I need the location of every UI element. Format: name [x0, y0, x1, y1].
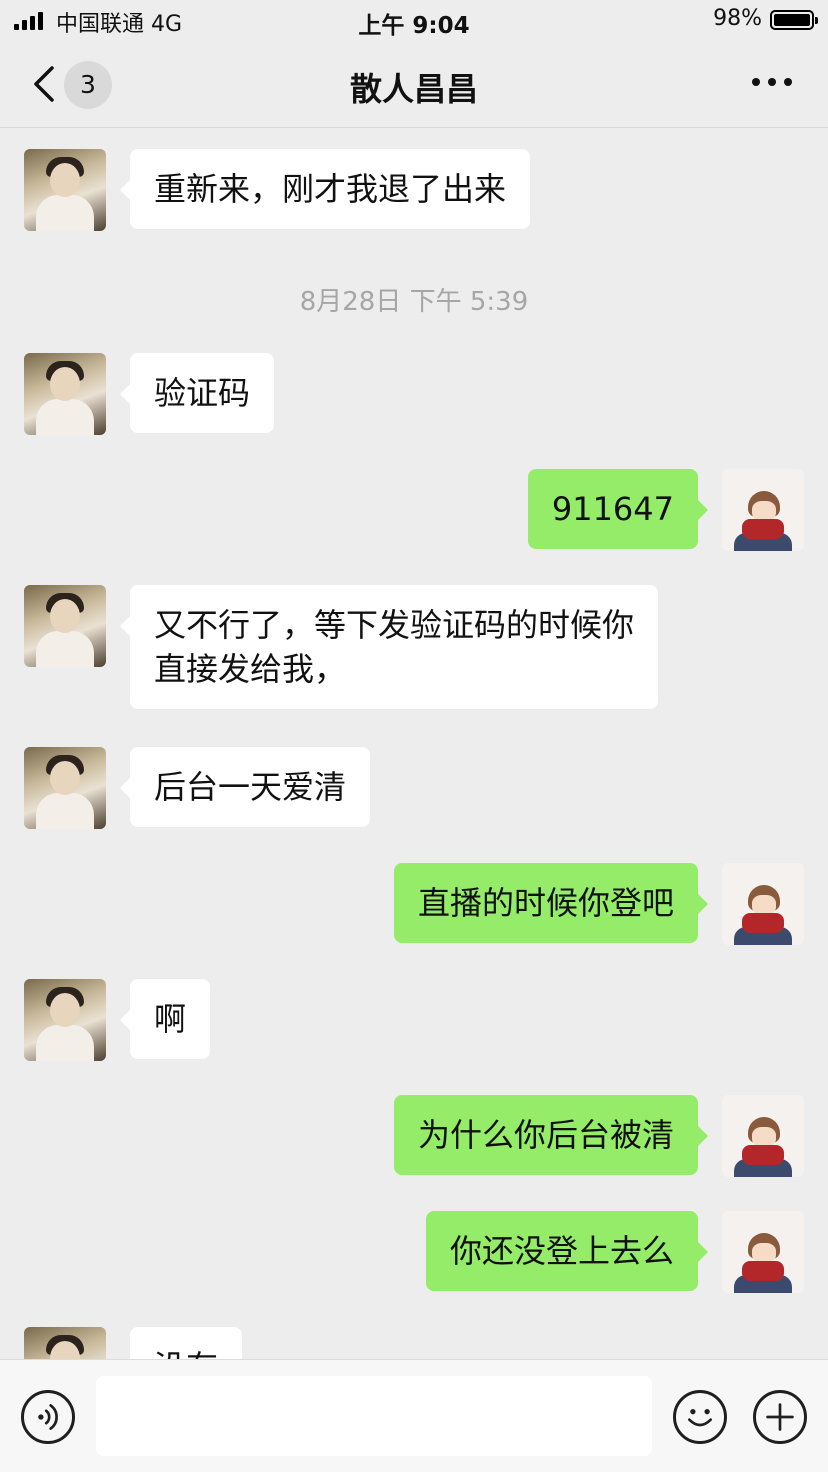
- self-avatar[interactable]: [722, 1095, 804, 1177]
- friend-avatar[interactable]: [24, 979, 106, 1061]
- nav-bar: 3 散人昌昌: [0, 42, 828, 128]
- message-bubble-friend[interactable]: 后台一天爱清: [119, 747, 371, 827]
- message-bubble-friend[interactable]: 啊: [119, 979, 211, 1059]
- message-timestamp: 8月28日 下午 5:39: [299, 287, 529, 317]
- message-bubble-friend[interactable]: 又不行了，等下发验证码的时候你 直接发给我，: [119, 585, 659, 709]
- message-bubble-friend[interactable]: 验证码: [119, 353, 275, 433]
- status-time: 上午 9:04: [358, 13, 470, 39]
- friend-avatar[interactable]: [24, 1327, 106, 1359]
- self-avatar[interactable]: [722, 863, 804, 945]
- friend-avatar[interactable]: [24, 353, 106, 435]
- friend-avatar[interactable]: [24, 747, 106, 829]
- self-avatar[interactable]: [722, 1211, 804, 1293]
- message-bubble-friend[interactable]: 重新来，刚才我退了出来: [119, 149, 531, 229]
- friend-avatar[interactable]: [24, 585, 106, 667]
- emoji-icon[interactable]: [673, 1390, 727, 1444]
- message-bubble-self[interactable]: 911647: [527, 469, 709, 549]
- plus-icon[interactable]: [753, 1390, 807, 1444]
- message-bubble-self[interactable]: 为什么你后台被清: [393, 1095, 709, 1175]
- message-bubble-self[interactable]: 直播的时候你登吧: [393, 863, 709, 943]
- status-bar: 中国联通 4G 上午 9:04 98%: [0, 0, 828, 42]
- friend-avatar[interactable]: [24, 149, 106, 231]
- message-input[interactable]: [96, 1376, 652, 1456]
- message-bubble-friend[interactable]: 没有: [119, 1327, 243, 1359]
- chat-area[interactable]: 重新来，刚才我退了出来 8月28日 下午 5:39 验证码 911647 又不行…: [0, 129, 828, 1359]
- voice-icon[interactable]: [21, 1390, 75, 1444]
- more-icon[interactable]: [752, 78, 792, 88]
- input-bar: [0, 1359, 828, 1472]
- battery-percent: 98%: [713, 6, 762, 31]
- message-bubble-self[interactable]: 你还没登上去么: [425, 1211, 709, 1291]
- battery-icon: [770, 10, 818, 30]
- chat-title: 散人昌昌: [349, 70, 478, 108]
- self-avatar[interactable]: [722, 469, 804, 551]
